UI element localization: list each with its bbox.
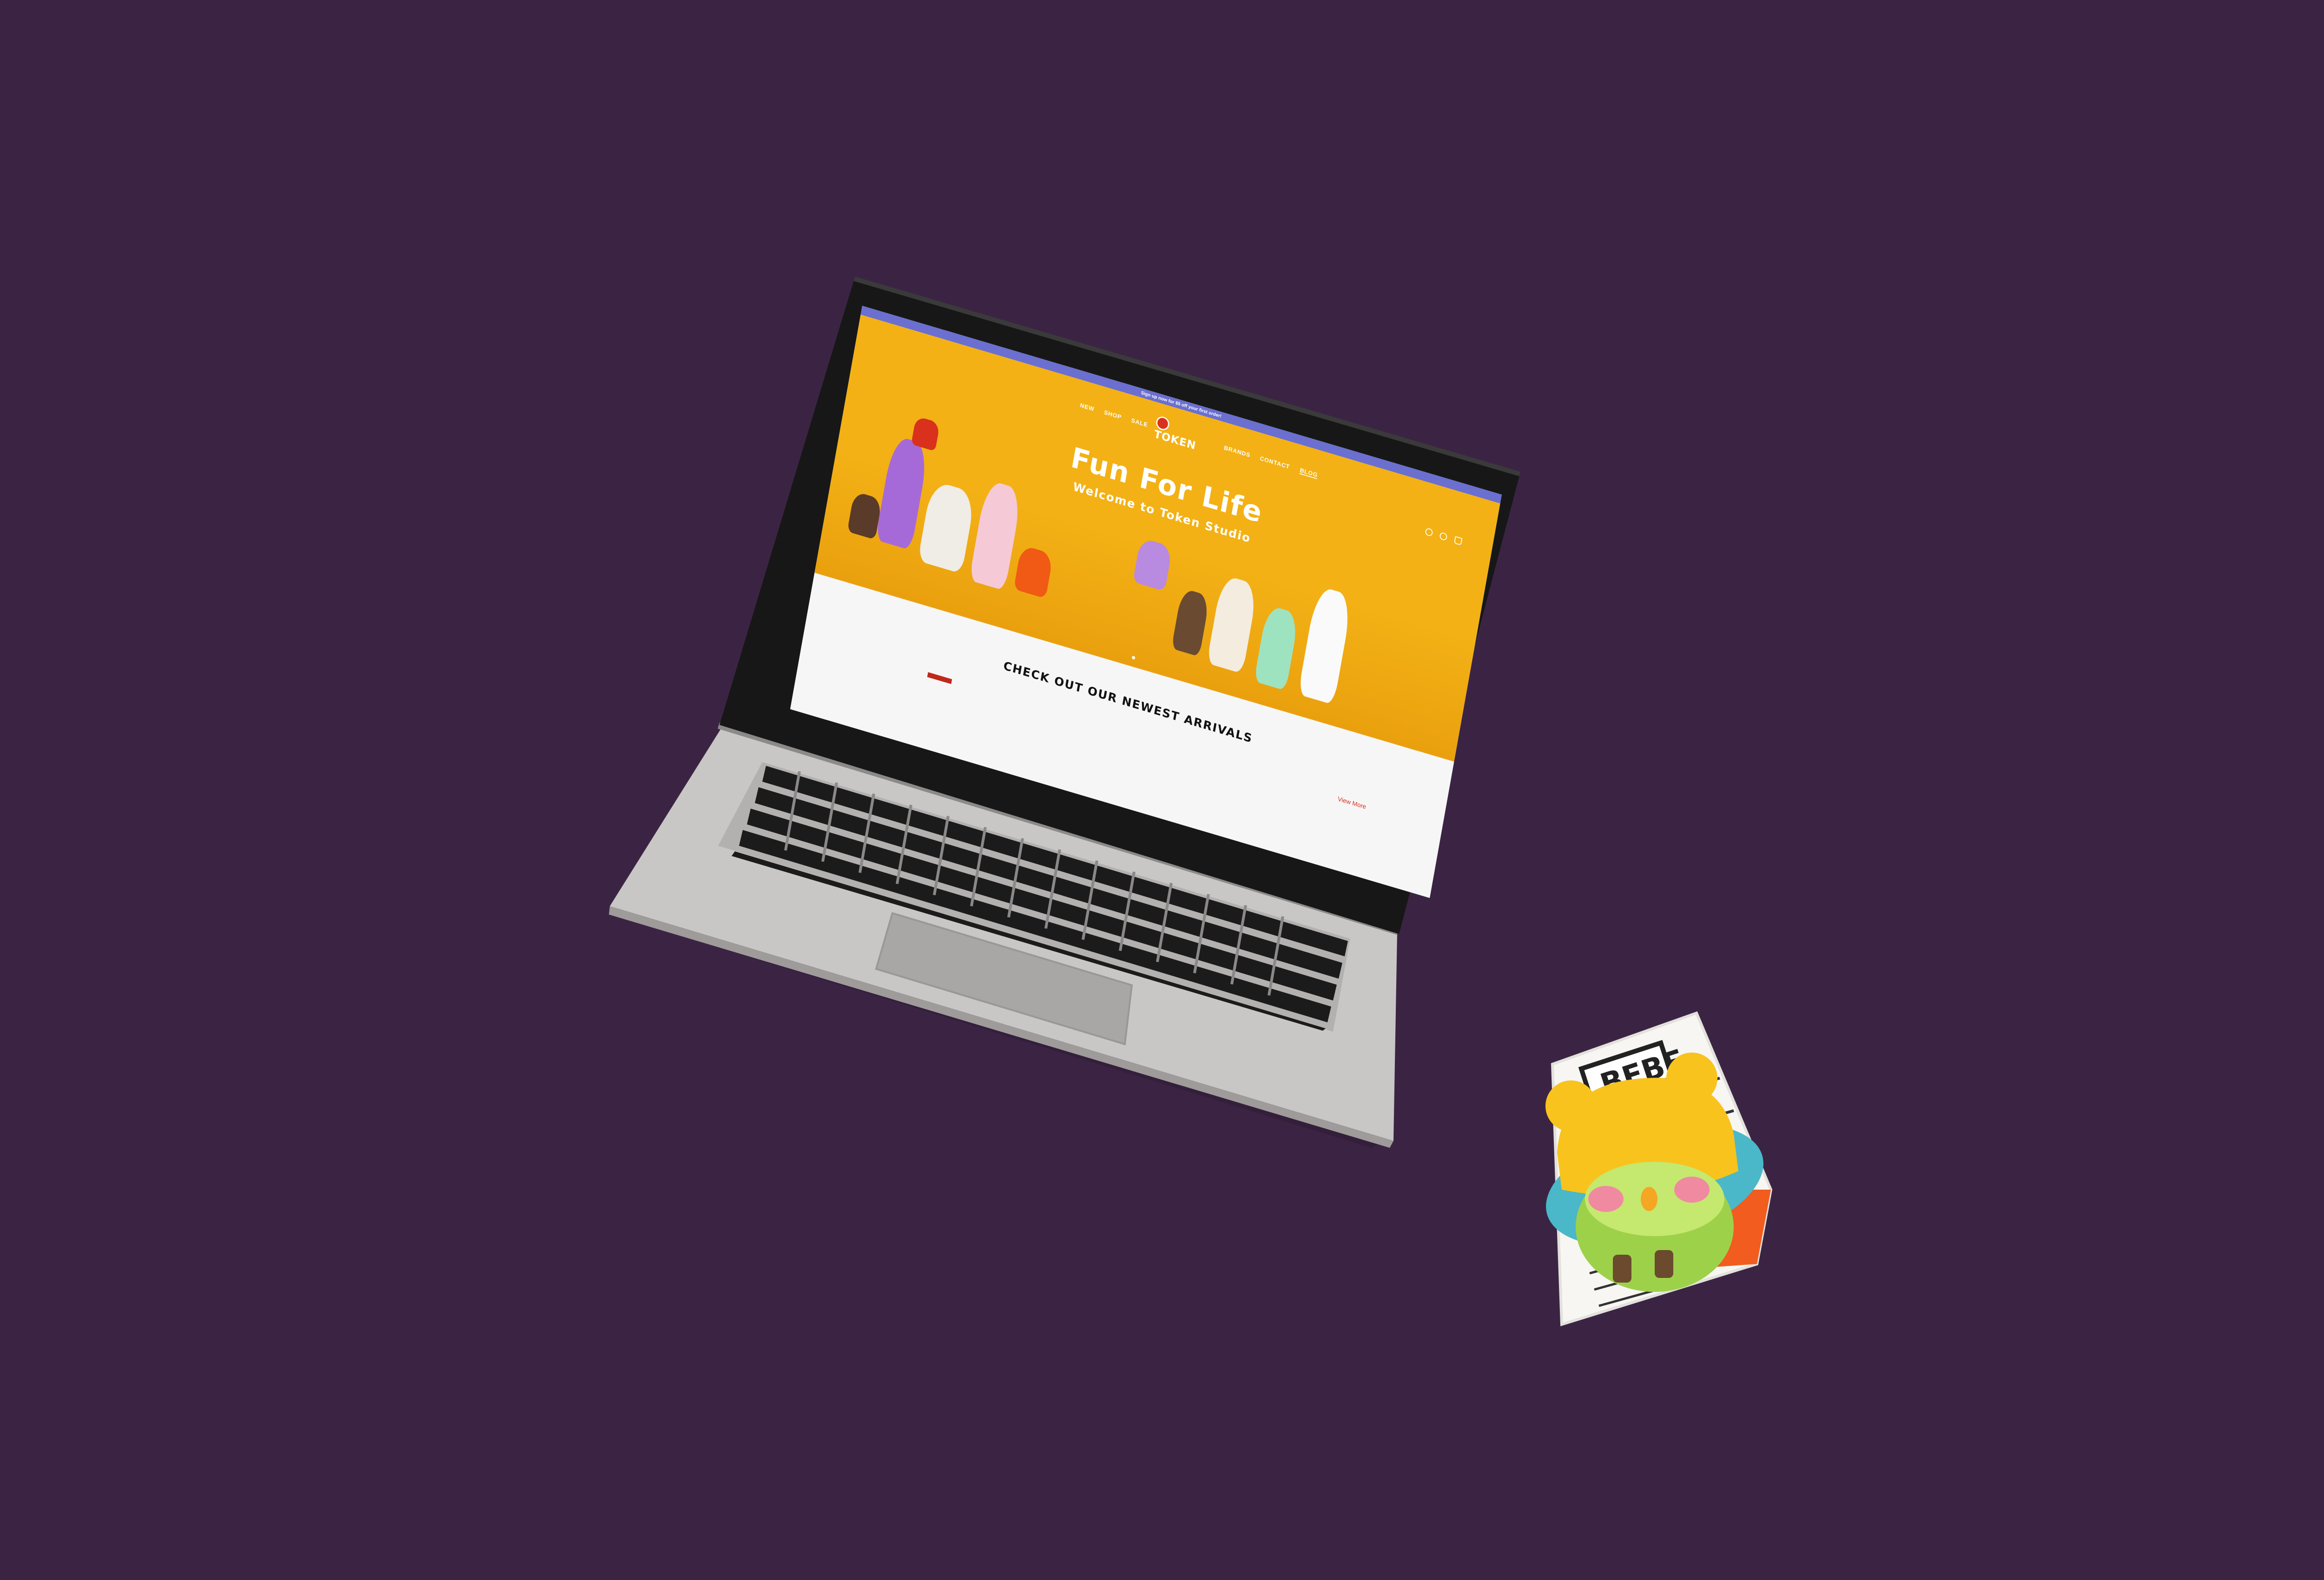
cart-icon[interactable] <box>1453 536 1463 546</box>
nav-item-blog[interactable]: BLOG <box>1299 467 1319 480</box>
account-icon[interactable] <box>1439 532 1448 541</box>
nav-item-new[interactable]: NEW <box>1080 402 1095 412</box>
search-icon[interactable] <box>1425 527 1433 537</box>
product-thumbnail[interactable] <box>927 672 952 685</box>
nav-item-brands[interactable]: BRANDS <box>1223 444 1251 459</box>
logo-text: TOKEN <box>1153 428 1197 453</box>
view-more-link[interactable]: View More <box>1337 796 1367 811</box>
laptop-mockup: Sign up now for $5 off your first order!… <box>0 0 2324 1580</box>
nav-item-sale[interactable]: SALE <box>1131 417 1149 428</box>
site-logo[interactable]: TOKEN <box>1153 415 1202 452</box>
nav-item-shop[interactable]: SHOP <box>1103 409 1122 421</box>
nav-item-contact[interactable]: CONTACT <box>1260 455 1290 470</box>
